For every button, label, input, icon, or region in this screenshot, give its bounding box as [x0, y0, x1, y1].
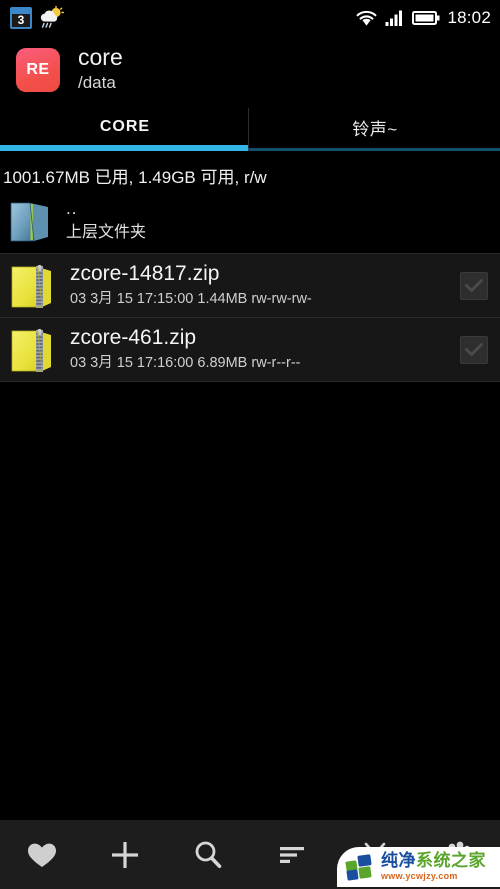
list-divider: [0, 381, 500, 382]
list-item[interactable]: .. 上层文件夹: [0, 190, 500, 253]
app-title-group: core /data: [78, 45, 123, 94]
list-item[interactable]: zcore-461.zip 03 3月 15 17:16:00 6.89MB r…: [0, 318, 500, 381]
file-checkbox[interactable]: [460, 271, 488, 300]
breadcrumb-path: /data: [78, 72, 116, 92]
sort-button[interactable]: [250, 820, 333, 889]
file-name: zcore-461.zip: [70, 325, 197, 349]
calendar-icon: 3: [10, 7, 32, 29]
bottom-toolbar: [0, 819, 500, 889]
new-button[interactable]: [83, 820, 166, 889]
folder-zip-icon: [8, 326, 56, 374]
plus-icon: [111, 841, 138, 868]
tab-core[interactable]: CORE: [0, 104, 250, 150]
list-item-text: zcore-461.zip 03 3月 15 17:16:00 6.89MB r…: [70, 326, 460, 373]
page-title: core: [78, 44, 123, 71]
app-icon-label: RE: [26, 61, 50, 78]
tab-core-label: CORE: [99, 118, 151, 135]
clock-label: 18:02: [447, 8, 491, 27]
status-bar-left: 3: [0, 5, 64, 30]
more-icon: [448, 841, 471, 860]
tab-divider: [248, 108, 249, 148]
app-icon[interactable]: RE: [16, 48, 60, 92]
storage-info: 1001.67MB 已用, 1.49GB 可用, r/w: [0, 160, 500, 190]
more-button[interactable]: [417, 820, 500, 889]
cut-icon: [363, 842, 387, 870]
phone-screen: 3 18:02 RE core /data CORE 铃声~ 1001.67MB…: [0, 0, 500, 889]
file-name: zcore-14817.zip: [70, 261, 220, 285]
wifi-icon: [357, 10, 377, 26]
calendar-day-label: 3: [17, 13, 25, 27]
file-list[interactable]: .. 上层文件夹 zcore-14817.zip 03 3月 15 17:15:…: [0, 190, 500, 819]
battery-icon: [412, 11, 440, 25]
bookmarks-button[interactable]: [0, 820, 83, 889]
file-meta: 03 3月 15 17:15:00 1.44MB rw-rw-rw-: [70, 290, 312, 307]
tab-ringtone-label: 铃声~: [352, 119, 398, 139]
storage-info-label: 1001.67MB 已用, 1.49GB 可用, r/w: [3, 167, 267, 187]
list-item-text: .. 上层文件夹: [66, 199, 500, 244]
tab-ringtone[interactable]: 铃声~: [250, 104, 500, 150]
search-icon: [195, 841, 222, 868]
app-header[interactable]: RE core /data: [0, 36, 500, 104]
file-name: ..: [66, 199, 78, 219]
tab-bar: CORE 铃声~: [0, 104, 500, 150]
folder-blue-icon: [8, 199, 52, 245]
tab-active-indicator: [0, 145, 248, 151]
sort-icon: [279, 846, 304, 863]
weather-sun-cloud-rain-icon: [38, 5, 64, 30]
heart-icon: [27, 843, 56, 867]
list-item-text: zcore-14817.zip 03 3月 15 17:15:00 1.44MB…: [70, 262, 460, 309]
search-button[interactable]: [167, 820, 250, 889]
cut-button[interactable]: [333, 820, 416, 889]
file-meta: 上层文件夹: [66, 223, 147, 241]
cellular-signal-icon: [385, 10, 403, 26]
file-checkbox[interactable]: [460, 335, 488, 364]
file-meta: 03 3月 15 17:16:00 6.89MB rw-r--r--: [70, 354, 301, 371]
folder-zip-icon: [8, 262, 56, 310]
status-bar-right: 18:02: [355, 8, 500, 28]
status-bar: 3 18:02: [0, 0, 500, 36]
list-item[interactable]: zcore-14817.zip 03 3月 15 17:15:00 1.44MB…: [0, 254, 500, 317]
